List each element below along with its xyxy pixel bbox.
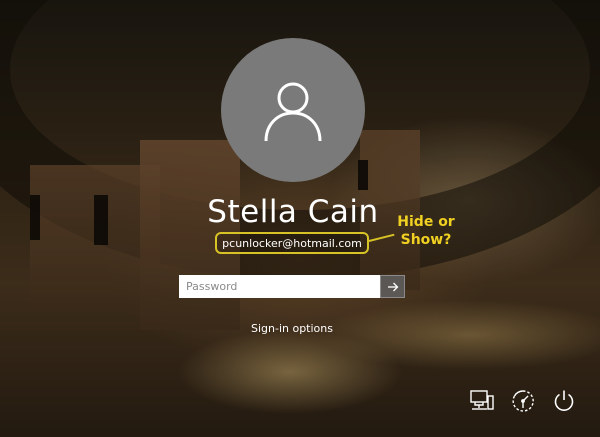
user-silhouette-icon <box>264 82 322 142</box>
system-tray <box>468 387 578 415</box>
ease-of-access-button[interactable] <box>509 387 537 415</box>
power-button[interactable] <box>550 387 578 415</box>
email-highlight-box: pcunlocker@hotmail.com <box>215 232 369 254</box>
user-email: pcunlocker@hotmail.com <box>222 236 362 250</box>
sign-in-options-link[interactable]: Sign-in options <box>0 322 584 335</box>
arrow-right-icon <box>387 282 398 291</box>
callout-line-1: Hide or <box>397 214 455 230</box>
user-avatar <box>221 38 365 182</box>
ease-of-access-icon <box>512 390 534 412</box>
callout-line-2: Show? <box>400 232 452 248</box>
submit-button[interactable] <box>380 275 405 298</box>
user-name: Stella Cain <box>207 194 379 230</box>
lock-screen: Stella Cain pcunlocker@hotmail.com Hide … <box>0 0 600 437</box>
password-input[interactable] <box>179 275 380 298</box>
hide-or-show-callout: Hide or Show? <box>394 213 458 249</box>
power-icon <box>554 390 574 411</box>
network-button[interactable] <box>468 387 496 415</box>
network-icon <box>470 390 494 410</box>
password-row <box>179 275 405 298</box>
